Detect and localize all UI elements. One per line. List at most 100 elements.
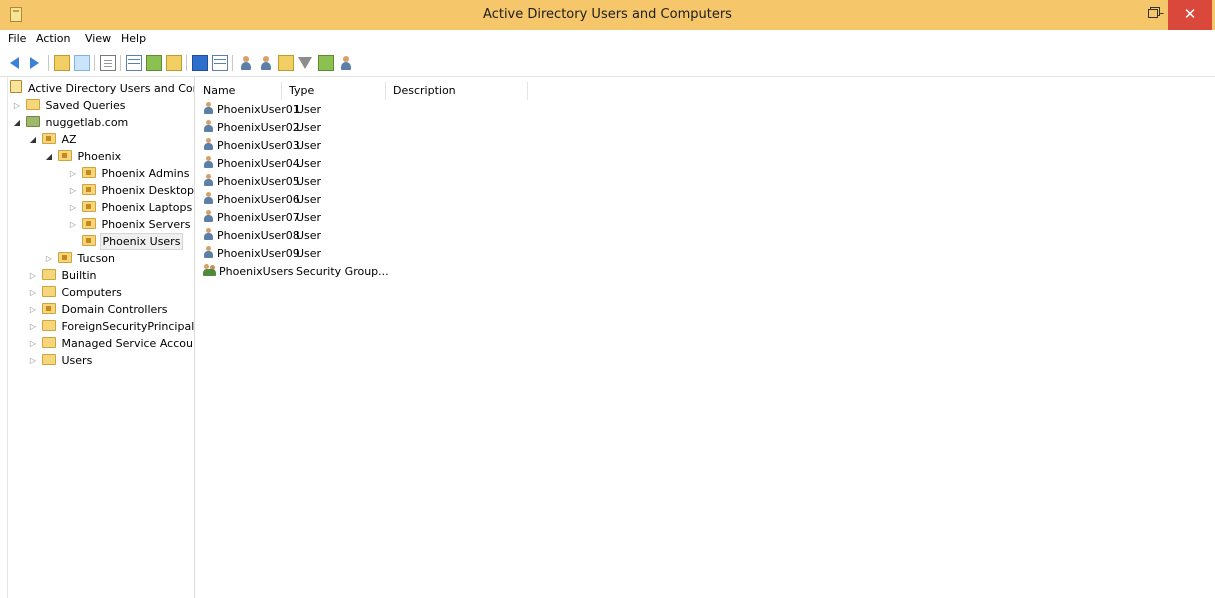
tree-item-computers[interactable]: ▷ Computers (28, 284, 124, 301)
user-icon (203, 228, 214, 241)
find-icon[interactable] (338, 55, 354, 71)
tree-item-az[interactable]: ◢ AZ (28, 131, 79, 148)
menu-view[interactable]: View (85, 32, 111, 45)
list-item[interactable]: PhoenixUser07 User (203, 209, 321, 227)
folder-icon (41, 320, 56, 331)
show-console-tree-icon[interactable] (74, 55, 90, 71)
tree-item-phoenix-laptops[interactable]: ▷ Phoenix Laptops (68, 199, 194, 216)
user-icon (203, 120, 214, 133)
expand-icon[interactable]: ▷ (44, 250, 54, 267)
column-header-name[interactable]: Name (196, 82, 282, 100)
tree-item-phoenix-admins[interactable]: ▷ Phoenix Admins (68, 165, 191, 182)
toolbar-separator (120, 55, 121, 71)
folder-icon (41, 269, 56, 280)
list-item[interactable]: PhoenixUser08 User (203, 227, 321, 245)
new-group-icon[interactable] (258, 55, 274, 71)
list-item[interactable]: PhoenixUser06 User (203, 191, 321, 209)
collapse-icon[interactable]: ◢ (12, 114, 22, 131)
back-arrow-icon[interactable] (10, 57, 19, 69)
tree-item-domain-controllers[interactable]: ▷ Domain Controllers (28, 301, 170, 318)
close-button[interactable]: ✕ (1168, 0, 1212, 30)
user-icon (203, 174, 214, 187)
menu-file[interactable]: File (8, 32, 26, 45)
menu-help[interactable]: Help (121, 32, 146, 45)
tree-item-saved-queries[interactable]: ▷ Saved Queries (12, 97, 127, 114)
expand-icon[interactable]: ▷ (28, 318, 38, 335)
list-item[interactable]: PhoenixUser09 User (203, 245, 321, 263)
new-ou-icon[interactable] (278, 55, 294, 71)
column-header-description[interactable]: Description (386, 82, 528, 100)
tree-item-domain[interactable]: ◢ nuggetlab.com (12, 114, 130, 131)
ou-icon (41, 133, 56, 144)
user-icon (203, 102, 214, 115)
list-item[interactable]: PhoenixUsers Security Group... (203, 263, 389, 281)
column-header-type[interactable]: Type (282, 82, 386, 100)
restore-button[interactable] (1140, 0, 1166, 30)
list-item[interactable]: PhoenixUser02 User (203, 119, 321, 137)
toolbar-separator (232, 55, 233, 71)
list-item[interactable]: PhoenixUser05 User (203, 173, 321, 191)
list-item[interactable]: PhoenixUser01 User (203, 101, 321, 119)
expand-icon[interactable]: ▷ (68, 165, 78, 182)
forward-arrow-icon[interactable] (30, 57, 39, 69)
tree-item-foreign-security-principals[interactable]: ▷ ForeignSecurityPrincipals (28, 318, 194, 335)
folder-icon (25, 99, 40, 110)
ou-icon (81, 201, 96, 212)
tree-item-managed-service-accounts[interactable]: ▷ Managed Service Accour (28, 335, 194, 352)
user-icon (203, 210, 214, 223)
ou-icon (57, 252, 72, 263)
expand-icon[interactable]: ▷ (68, 216, 78, 233)
snapin-icon (10, 80, 22, 93)
tree-item-users[interactable]: ▷ Users (28, 352, 94, 369)
toolbar-separator (186, 55, 187, 71)
view-icon[interactable] (212, 55, 228, 71)
folder-icon (41, 354, 56, 365)
list-item[interactable]: PhoenixUser03 User (203, 137, 321, 155)
tree-item-phoenix-users[interactable]: Phoenix Users (68, 233, 184, 250)
window-title: Active Directory Users and Computers (483, 7, 732, 22)
console-tree[interactable]: Active Directory Users and Com ▷ Saved Q… (7, 77, 195, 598)
expand-icon[interactable]: ▷ (28, 301, 38, 318)
refresh-icon[interactable] (146, 55, 162, 71)
domain-icon (25, 116, 40, 127)
expand-icon[interactable]: ▷ (28, 284, 38, 301)
expand-icon[interactable]: ▷ (68, 182, 78, 199)
tree-item-phoenix-desktops[interactable]: ▷ Phoenix Desktops (68, 182, 194, 199)
export-icon[interactable] (166, 55, 182, 71)
new-user-icon[interactable] (238, 55, 254, 71)
user-icon (203, 192, 214, 205)
tree-item-root[interactable]: Active Directory Users and Com (10, 80, 194, 97)
folder-icon (41, 286, 56, 297)
filter-icon[interactable] (298, 57, 312, 69)
ou-icon (57, 150, 72, 161)
expand-icon[interactable]: ▷ (12, 97, 22, 114)
help-icon[interactable] (192, 55, 208, 71)
export-list-icon[interactable] (126, 55, 142, 71)
expand-icon[interactable]: ▷ (68, 199, 78, 216)
expand-icon[interactable]: ▷ (28, 335, 38, 352)
ou-icon (41, 303, 56, 314)
menu-bar: File Action View Help (0, 30, 1215, 49)
list-header: Name Type Description (196, 82, 1215, 100)
properties-icon[interactable] (100, 55, 116, 71)
list-item[interactable]: PhoenixUser04 User (203, 155, 321, 173)
tree-item-phoenix[interactable]: ◢ Phoenix (44, 148, 123, 165)
title-bar: Active Directory Users and Computers – ✕ (0, 0, 1215, 30)
collapse-icon[interactable]: ◢ (44, 148, 54, 165)
ou-icon (81, 218, 96, 229)
up-folder-icon[interactable] (54, 55, 70, 71)
menu-action[interactable]: Action (36, 32, 70, 45)
tree-item-phoenix-servers[interactable]: ▷ Phoenix Servers (68, 216, 192, 233)
details-list[interactable]: Name Type Description PhoenixUser01 User … (196, 77, 1215, 598)
add-to-group-icon[interactable] (318, 55, 334, 71)
user-icon (203, 246, 214, 259)
expand-icon[interactable]: ▷ (28, 267, 38, 284)
toolbar (0, 49, 1215, 77)
tree-item-builtin[interactable]: ▷ Builtin (28, 267, 98, 284)
toolbar-separator (48, 55, 49, 71)
ou-icon (81, 167, 96, 178)
collapse-icon[interactable]: ◢ (28, 131, 38, 148)
expand-icon[interactable]: ▷ (28, 352, 38, 369)
toolbar-separator (94, 55, 95, 71)
tree-item-tucson[interactable]: ▷ Tucson (44, 250, 117, 267)
